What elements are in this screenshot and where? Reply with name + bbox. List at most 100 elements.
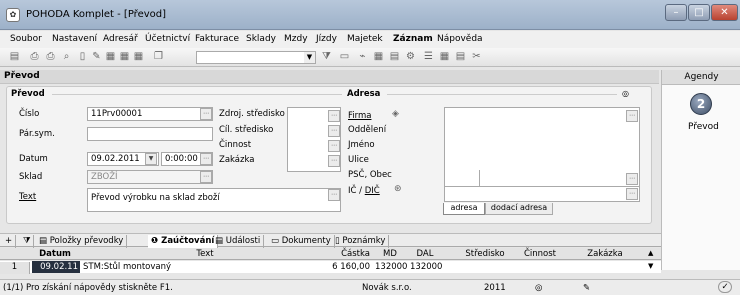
title-bar: ✿ POHODA Komplet - [Převod] – □ ✕	[0, 0, 740, 30]
cil-spinner[interactable]: ⋯	[328, 125, 340, 137]
filter-icon[interactable]: ⧩	[320, 51, 333, 63]
menu-majetek[interactable]: Majetek	[347, 34, 383, 44]
scroll-up-icon[interactable]: ▲	[648, 249, 653, 257]
export-icon[interactable]: ▦	[132, 51, 145, 63]
cinnost-spinner[interactable]: ⋯	[328, 140, 340, 152]
copy-icon[interactable]: ❐	[152, 51, 165, 63]
zakazka-spinner[interactable]: ⋯	[328, 155, 340, 167]
menu-mzdy[interactable]: Mzdy	[284, 34, 308, 44]
toolbar-combo[interactable]: ▼	[196, 51, 316, 64]
tab-poznamky[interactable]: ▯ Poznámky	[332, 235, 390, 248]
tab-poznamky-label: Poznámky	[342, 236, 386, 246]
report-icon[interactable]: ▤	[454, 51, 467, 63]
filter-icon[interactable]: ⧩	[20, 235, 34, 248]
cell-datum[interactable]: 09.02.11	[32, 261, 80, 273]
menu-napoveda[interactable]: Nápověda	[437, 34, 483, 44]
menu-soubor[interactable]: Soubor	[10, 34, 42, 44]
cislo-field[interactable]: 11Prv00001	[87, 107, 213, 121]
cell-text[interactable]: STM:Stůl montovaný	[83, 262, 171, 272]
address-book-icon[interactable]: ◈	[392, 109, 399, 119]
chevron-down-icon[interactable]: ▼	[304, 52, 315, 63]
zdroj-spinner[interactable]: ⋯	[328, 110, 340, 122]
text-spinner[interactable]: ⋯	[328, 189, 340, 201]
psc-spinner[interactable]: ⋯	[626, 173, 638, 185]
col-dal[interactable]: DAL	[410, 249, 440, 259]
print-icon[interactable]: ⎙	[28, 51, 41, 63]
save-icon[interactable]: ▦	[104, 51, 117, 63]
maximize-button[interactable]: □	[688, 4, 710, 21]
ic-label: IČ /	[348, 186, 365, 196]
list-icon[interactable]: ☰	[422, 51, 435, 63]
menu-ucetnictvi[interactable]: Účetnictví	[145, 34, 190, 44]
agenda-item-prevod[interactable]: Převod	[688, 122, 719, 132]
cell-dal[interactable]: 132000	[410, 262, 442, 272]
tab-dodaci-adresa[interactable]: dodací adresa	[485, 203, 553, 215]
menu-jizdy[interactable]: Jízdy	[316, 34, 337, 44]
parsym-field[interactable]	[87, 127, 213, 141]
select-icon[interactable]: ▭	[338, 51, 351, 63]
grid-icon[interactable]: ▦	[372, 51, 385, 63]
firma-label[interactable]: Firma	[348, 111, 371, 121]
sklad-field[interactable]: ZBOŽÍ	[87, 170, 213, 184]
document-icon[interactable]: ▯	[76, 51, 89, 63]
tab-adresa[interactable]: adresa	[443, 203, 485, 215]
cell-md[interactable]: 132000	[375, 262, 407, 272]
collapse-icon[interactable]: ◎	[622, 89, 629, 98]
col-castka[interactable]: Částka	[320, 249, 370, 259]
calculator-icon[interactable]: ▤	[388, 51, 401, 63]
address-spinner[interactable]: ⋯	[626, 110, 638, 122]
minimize-button[interactable]: –	[665, 4, 687, 21]
menu-sklady[interactable]: Sklady	[246, 34, 276, 44]
col-md[interactable]: MD	[375, 249, 405, 259]
col-cinnost[interactable]: Činnost	[510, 249, 570, 259]
close-button[interactable]: ✕	[711, 4, 738, 21]
status-check-icon[interactable]: ✓	[718, 281, 732, 293]
table-row[interactable]: 1 09.02.11 STM:Stůl montovaný 6 160,00 1…	[0, 261, 661, 274]
col-stredisko[interactable]: Středisko	[455, 249, 515, 259]
address-box[interactable]: ⋯ ⋯ ⋯	[444, 107, 640, 202]
tools-icon[interactable]: ✂	[470, 51, 483, 63]
sklad-spinner[interactable]: ⋯	[200, 171, 212, 183]
tab-dokumenty[interactable]: ▭ Dokumenty	[268, 235, 335, 248]
col-zakazka[interactable]: Zakázka	[575, 249, 635, 259]
menu-nastaveni[interactable]: Nastavení	[52, 34, 97, 44]
oddeleni-label: Oddělení	[348, 125, 387, 135]
globe-icon[interactable]: ⊛	[394, 184, 402, 194]
center-fields-box[interactable]: ⋯ ⋯ ⋯ ⋯	[287, 107, 341, 172]
address-row-line	[445, 186, 639, 187]
link-icon[interactable]: ⌁	[356, 51, 369, 63]
text-field[interactable]: Převod výrobku na sklad zboží	[87, 188, 341, 212]
edit-icon[interactable]: ✎	[90, 51, 103, 63]
add-icon[interactable]: +	[2, 235, 16, 248]
settings-icon[interactable]: ⚙	[404, 51, 417, 63]
menu-zaznam[interactable]: Záznam	[393, 34, 433, 44]
status-company: Novák s.r.o.	[362, 283, 412, 293]
chevron-down-icon[interactable]: ▼	[145, 153, 157, 165]
record-panel: Převod Adresa ◎ Číslo 11Prv00001 ⋯ Pár.s…	[6, 86, 652, 224]
cislo-spinner[interactable]: ⋯	[200, 108, 212, 120]
search-icon[interactable]: ⌕	[60, 51, 73, 63]
tab-polozky-label: Položky převodky	[49, 236, 124, 246]
tab-polozky-prevodky[interactable]: ▤ Položky převodky	[36, 235, 128, 248]
print-preview-icon[interactable]: ⎙	[44, 51, 57, 63]
ic-spinner[interactable]: ⋯	[626, 188, 638, 200]
dic-label[interactable]: DIČ	[365, 186, 380, 196]
open-icon[interactable]: ▤	[8, 51, 21, 63]
time-spinner[interactable]: ⋯	[200, 153, 212, 165]
table-icon[interactable]: ▦	[438, 51, 451, 63]
tab-zauctovani[interactable]: ❶ Zaúčtování	[148, 235, 219, 248]
pohoda-app-icon[interactable]: ✿	[6, 8, 20, 22]
save-all-icon[interactable]: ▦	[118, 51, 131, 63]
menu-fakturace[interactable]: Fakturace	[195, 34, 239, 44]
status-help: (1/1) Pro získání nápovědy stiskněte F1.	[3, 283, 173, 293]
tab-udalosti[interactable]: ▤ Události	[212, 235, 265, 248]
prevod-agenda-icon[interactable]: 2	[690, 93, 712, 115]
ic-dic-label: IČ / DIČ	[348, 186, 380, 196]
menu-adresar[interactable]: Adresář	[103, 34, 138, 44]
status-bar: (1/1) Pro získání nápovědy stiskněte F1.…	[0, 279, 740, 295]
cell-castka[interactable]: 6 160,00	[320, 262, 370, 272]
tab-dokumenty-label: Dokumenty	[281, 236, 331, 246]
scroll-down-icon[interactable]: ▼	[648, 262, 653, 270]
col-text[interactable]: Text	[80, 249, 330, 259]
col-datum[interactable]: Datum	[30, 249, 80, 259]
